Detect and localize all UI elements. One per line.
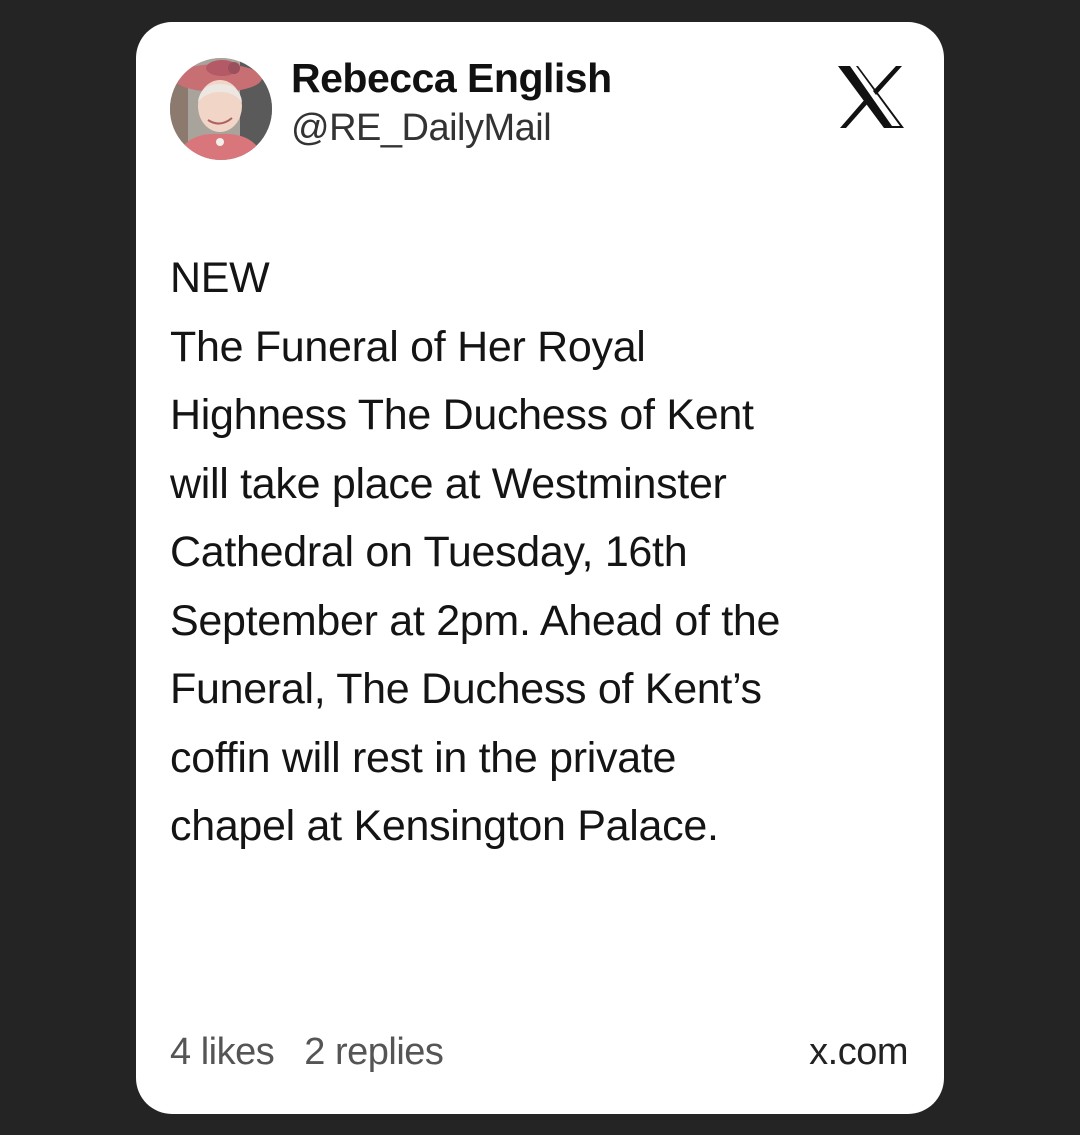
tweet-line: Highness The Duchess of Kent bbox=[170, 391, 754, 439]
tweet-line: NEW bbox=[170, 254, 270, 302]
tweet-line: will take place at Westminster bbox=[170, 459, 727, 508]
tweet-line: Cathedral on Tuesday, 16th bbox=[170, 528, 688, 576]
avatar[interactable] bbox=[170, 58, 272, 160]
author-name[interactable]: Rebecca English bbox=[291, 54, 612, 102]
tweet-text: NEW The Funeral of Her Royal Highness Th… bbox=[170, 244, 922, 861]
replies-count[interactable]: 2 replies bbox=[304, 1031, 444, 1073]
author-handle[interactable]: @RE_DailyMail bbox=[291, 102, 612, 154]
tweet-line: chapel at Kensington Palace. bbox=[170, 802, 719, 850]
tweet-line: September at 2pm. Ahead of the bbox=[170, 596, 781, 645]
tweet-card[interactable]: Rebecca English @RE_DailyMail NEW The Fu… bbox=[136, 22, 944, 1114]
avatar-image bbox=[170, 58, 272, 160]
author-info: Rebecca English @RE_DailyMail bbox=[291, 54, 612, 154]
x-logo-icon[interactable] bbox=[836, 64, 906, 130]
tweet-line: Funeral, The Duchess of Kent’s bbox=[170, 665, 762, 713]
tweet-line: coffin will rest in the private bbox=[170, 733, 677, 782]
engagement-stats: 4 likes 2 replies bbox=[170, 1027, 444, 1077]
source-link[interactable]: x.com bbox=[809, 1027, 908, 1077]
tweet-line: The Funeral of Her Royal bbox=[170, 322, 646, 371]
likes-count[interactable]: 4 likes bbox=[170, 1031, 275, 1073]
